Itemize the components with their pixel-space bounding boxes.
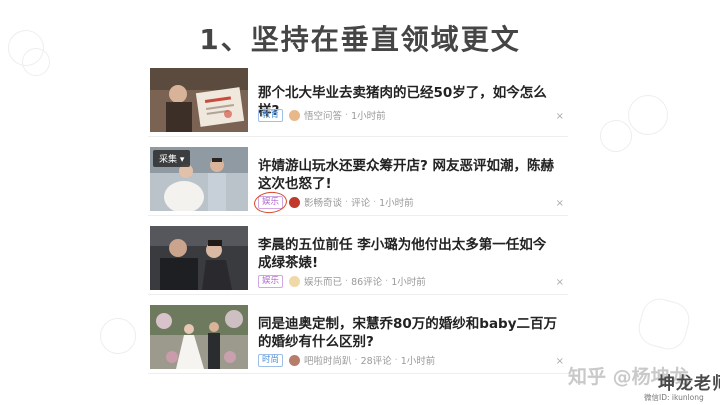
author-name[interactable]: 悟空问答 xyxy=(304,108,342,122)
publish-time: 1小时前 xyxy=(379,198,414,209)
comment-count[interactable]: 28评论 xyxy=(361,353,392,367)
news-item[interactable]: 那个北大毕业去卖猪肉的已经50岁了，如今怎么样? 教育 悟空问答 · 1小时前 … xyxy=(148,64,568,137)
article-thumbnail[interactable] xyxy=(150,68,248,132)
author-name[interactable]: 娱乐而已 xyxy=(304,274,342,288)
dismiss-icon[interactable]: × xyxy=(556,111,564,122)
author-name[interactable]: 吧啦时尚趴 xyxy=(304,353,352,367)
dismiss-icon[interactable]: × xyxy=(556,277,564,288)
news-item[interactable]: 采集 ▾ 许婧游山玩水还要众筹开店? 网友恶评如潮，陈赫这次也怒了! 娱乐 影畅… xyxy=(148,143,568,216)
author-avatar xyxy=(289,354,301,366)
publish-time: 1小时前 xyxy=(400,356,436,367)
article-meta: 教育 悟空问答 · 1小时前 xyxy=(258,108,386,122)
article-title[interactable]: 许婧游山玩水还要众筹开店? 网友恶评如潮，陈赫这次也怒了! xyxy=(258,157,558,193)
wechat-id: 微信ID: ikunlong xyxy=(644,393,704,402)
article-thumbnail[interactable] xyxy=(150,226,248,290)
category-tag[interactable]: 娱乐 xyxy=(258,195,284,209)
decor-shape xyxy=(628,95,668,135)
dismiss-icon[interactable]: × xyxy=(556,198,564,209)
author-avatar xyxy=(289,109,301,121)
article-thumbnail[interactable] xyxy=(150,305,248,369)
decor-shape xyxy=(100,318,136,354)
publish-time: 1小时前 xyxy=(351,111,386,122)
author-avatar xyxy=(289,196,301,208)
article-thumbnail[interactable]: 采集 ▾ xyxy=(150,147,248,211)
category-tag[interactable]: 教育 xyxy=(258,108,284,122)
dismiss-icon[interactable]: × xyxy=(556,356,564,367)
publish-time: 1小时前 xyxy=(391,277,426,288)
decor-shape xyxy=(634,294,694,354)
news-item[interactable]: 同是迪奥定制，宋慧乔80万的婚纱和baby二百万的婚纱有什么区别? 时尚 吧啦时… xyxy=(148,301,568,374)
brand-logo-text: 坤龙老师 xyxy=(658,374,720,394)
category-tag[interactable]: 娱乐 xyxy=(258,274,284,288)
category-tag[interactable]: 时尚 xyxy=(258,353,284,367)
author-avatar xyxy=(289,275,301,287)
author-name[interactable]: 影畅奇谈 xyxy=(304,195,342,209)
slide-title: 1、坚持在垂直领域更文 xyxy=(199,23,521,56)
article-title[interactable]: 同是迪奥定制，宋慧乔80万的婚纱和baby二百万的婚纱有什么区别? xyxy=(258,315,558,351)
comment-count[interactable]: 评论 xyxy=(351,195,370,209)
news-item[interactable]: 李晨的五位前任 李小璐为他付出太多第一任如今成绿茶婊! 娱乐 娱乐而已 · 86… xyxy=(148,222,568,295)
collect-button[interactable]: 采集 ▾ xyxy=(153,150,191,167)
comment-count[interactable]: 86评论 xyxy=(351,274,382,288)
article-meta: 娱乐 娱乐而已 · 86评论 · 1小时前 xyxy=(258,274,426,288)
news-feed: 那个北大毕业去卖猪肉的已经50岁了，如今怎么样? 教育 悟空问答 · 1小时前 … xyxy=(148,64,568,380)
article-meta: 时尚 吧啦时尚趴 · 28评论 · 1小时前 xyxy=(258,353,435,367)
article-title[interactable]: 李晨的五位前任 李小璐为他付出太多第一任如今成绿茶婊! xyxy=(258,236,558,272)
article-meta: 娱乐 影畅奇谈 · 评论 · 1小时前 xyxy=(258,195,414,209)
